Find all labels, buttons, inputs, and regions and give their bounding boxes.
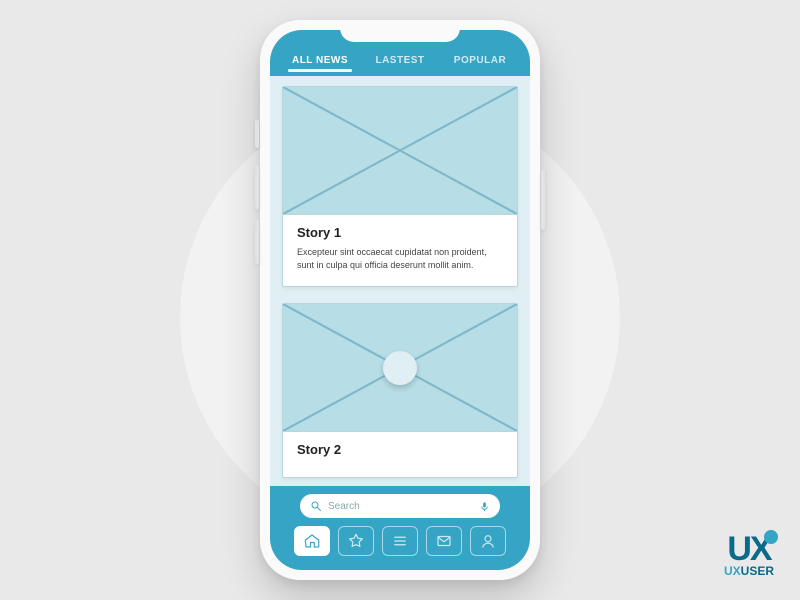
story-body: Excepteur sint occaecat cupidatat non pr… [297,246,503,272]
story-title: Story 1 [297,225,503,240]
story-title: Story 2 [297,442,503,457]
carousel-handle[interactable] [383,351,417,385]
search-placeholder: Search [328,501,473,512]
side-button [255,120,259,148]
feed[interactable]: Story 1 Excepteur sint occaecat cupidata… [270,76,530,484]
phone-frame: ALL NEWS LASTEST POPULAR Story 1 Excepte… [260,20,540,580]
search-field[interactable]: Search [300,494,500,518]
dock-favorites[interactable] [338,526,374,556]
screen: ALL NEWS LASTEST POPULAR Story 1 Excepte… [270,30,530,570]
brand-logo: UX UXUSER [724,532,774,578]
tab-popular[interactable]: POPULAR [440,55,520,76]
side-button [255,220,259,264]
side-button [255,165,259,209]
brand-dot-icon [764,530,778,544]
story-card[interactable]: Story 1 Excepteur sint occaecat cupidata… [282,86,518,287]
tab-latest[interactable]: LASTEST [360,55,440,76]
dock-home[interactable] [294,526,330,556]
mic-icon[interactable] [479,500,490,513]
dock-profile[interactable] [470,526,506,556]
bottom-bar: Search [270,486,530,570]
dock-menu[interactable] [382,526,418,556]
story-image-placeholder [283,87,517,215]
tab-all-news[interactable]: ALL NEWS [280,55,360,76]
dock-mail[interactable] [426,526,462,556]
search-icon [310,500,322,512]
dock [282,526,518,556]
side-button [541,170,545,230]
story-image-placeholder [283,304,517,432]
story-card[interactable]: Story 2 [282,303,518,478]
phone-notch [340,20,460,42]
